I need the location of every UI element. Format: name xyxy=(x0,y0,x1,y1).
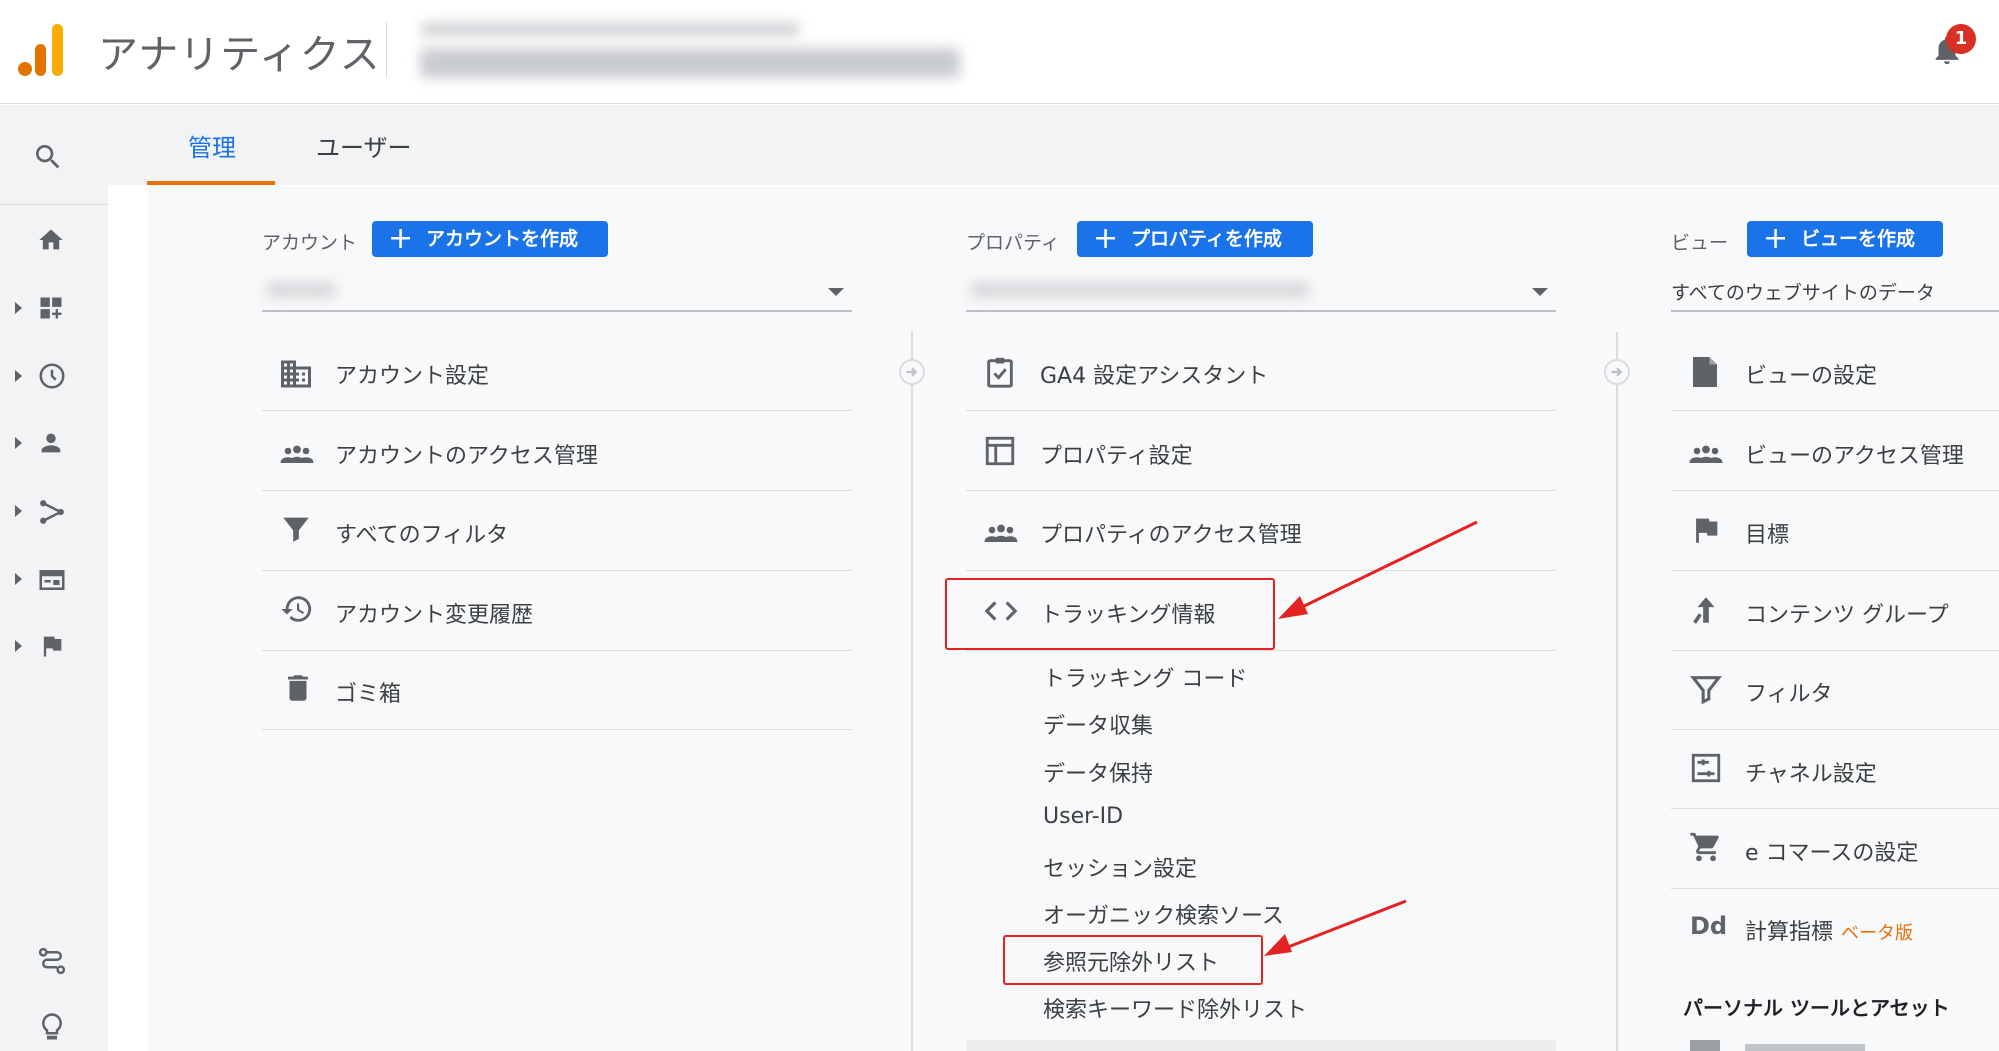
annotation-arrow-1 xyxy=(1295,520,1478,612)
annotation-arrows xyxy=(1264,520,1478,956)
annotation-arrowhead-2 xyxy=(1264,934,1292,956)
annotation-arrowhead-1 xyxy=(1278,596,1308,619)
annotation-arrow-2 xyxy=(1282,899,1407,951)
